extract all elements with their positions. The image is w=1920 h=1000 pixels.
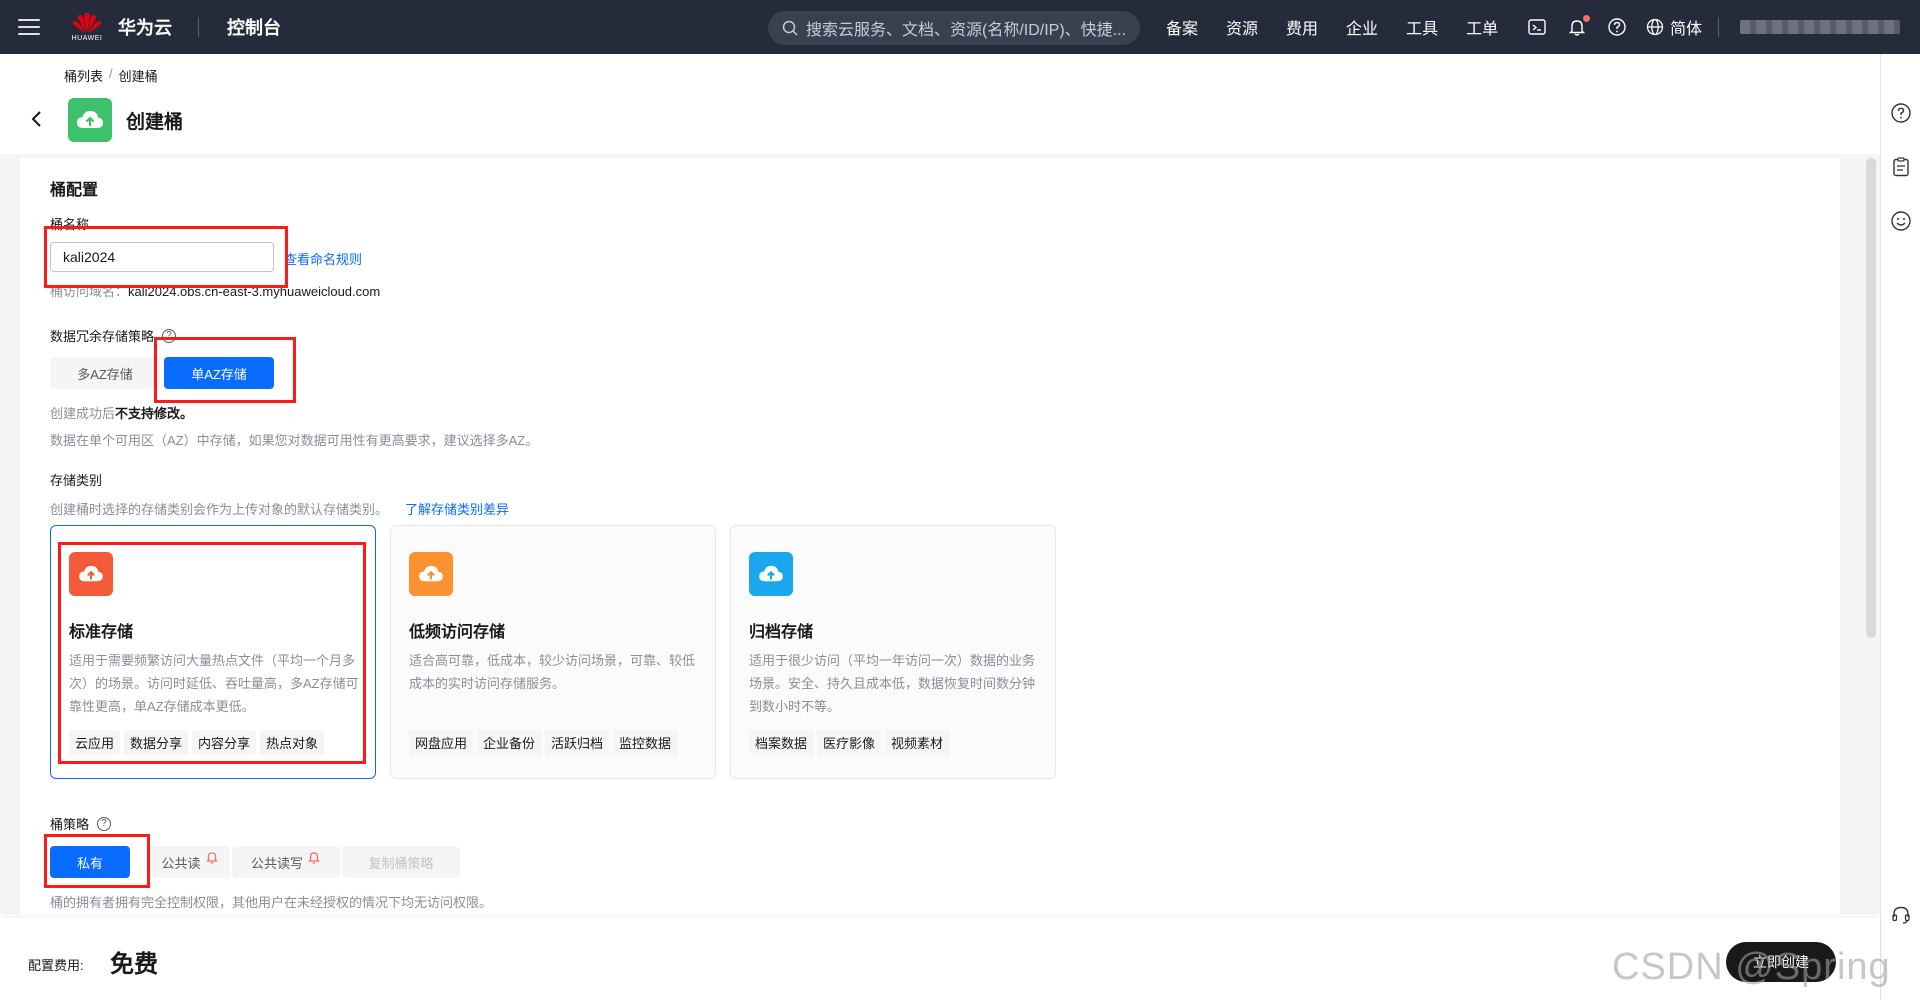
watermark-text: CSDN @Spring 胡 [1612, 946, 1891, 988]
smiley-icon[interactable] [1890, 210, 1912, 232]
tag: 网盘应用 [409, 730, 474, 755]
bucket-upload-icon [68, 98, 112, 142]
menu-icon[interactable] [18, 19, 40, 35]
redundancy-option-multi-az[interactable]: 多AZ存储 [50, 357, 160, 389]
storage-class-label: 存储类别 [50, 473, 103, 488]
brand-name: 华为云 [118, 18, 172, 38]
tag: 活跃归档 [545, 730, 610, 755]
huawei-logo[interactable]: HUAWEI 华为云 [70, 9, 172, 45]
storage-card-title: 低频访问存储 [409, 624, 506, 641]
warning-bell-icon [205, 852, 218, 864]
tag: 医疗影像 [817, 730, 882, 755]
nav-divider [1718, 17, 1719, 37]
nav-menu: 备案 资源 费用 企业 工具 工单 简体 [1166, 0, 1702, 54]
nav-item-tickets[interactable]: 工单 [1466, 15, 1498, 39]
search-icon [782, 20, 798, 36]
top-nav: HUAWEI 华为云 控制台 搜索云服务、文档、资源(名称/ID/IP)、快捷.… [0, 0, 1920, 54]
terminal-icon[interactable] [1526, 16, 1548, 38]
huawei-flower-icon: HUAWEI [70, 9, 104, 45]
help-icon[interactable] [1606, 16, 1628, 38]
breadcrumb-bucket-list[interactable]: 桶列表 [64, 66, 103, 85]
warning-bell-icon [307, 852, 321, 864]
globe-icon [1646, 18, 1664, 36]
policy-option-label: 公共读写 [250, 855, 303, 871]
clipboard-icon[interactable] [1890, 156, 1912, 178]
nav-item-enterprise[interactable]: 企业 [1346, 15, 1378, 39]
storage-card-desc: 适合高可靠，低成本，较少访问场景，可靠、较低成本的实时访问存储服务。 [409, 653, 696, 691]
cloud-upload-icon [409, 552, 453, 596]
footer-bar [0, 918, 1880, 1000]
policy-option-label: 公共读 [161, 855, 201, 871]
tag: 监控数据 [613, 730, 678, 755]
policy-option-public-read-write[interactable]: 公共读写 [232, 846, 340, 878]
storage-card-title: 归档存储 [749, 624, 814, 641]
scrollbar-thumb[interactable] [1866, 158, 1876, 638]
nav-item-filing[interactable]: 备案 [1166, 15, 1198, 39]
highlight-box-standard-storage [58, 542, 366, 764]
tag: 企业备份 [477, 730, 542, 755]
language-switch[interactable]: 简体 [1646, 15, 1702, 39]
storage-card-tags: 档案数据 医疗影像 视频素材 [749, 730, 953, 755]
nav-item-resources[interactable]: 资源 [1226, 15, 1258, 39]
nav-item-tools[interactable]: 工具 [1406, 15, 1438, 39]
fee-label: 配置费用: [28, 958, 84, 973]
bucket-policy-label: 桶策略 ? [50, 814, 112, 833]
language-label: 简体 [1670, 21, 1703, 38]
console-link[interactable]: 控制台 [227, 14, 281, 40]
redundancy-hint-immutable: 创建成功后不支持修改。 [50, 403, 193, 422]
fee-value: 免费 [110, 951, 158, 978]
page-title: 创建桶 [126, 111, 184, 133]
notification-dot [1583, 15, 1591, 22]
storage-card-tags: 网盘应用 企业备份 活跃归档 监控数据 [409, 730, 681, 755]
tag: 档案数据 [749, 730, 814, 755]
cloud-upload-icon [749, 552, 793, 596]
page-header: 创建桶 [28, 98, 183, 142]
redundancy-hint-bold: 不支持修改。 [115, 406, 194, 421]
highlight-box-single-az [154, 337, 296, 403]
headset-icon[interactable] [1890, 904, 1912, 926]
tag: 视频素材 [885, 730, 950, 755]
redundancy-hint-description: 数据在单个可用区（AZ）中存储，如果您对数据可用性有更高要求，建议选择多AZ。 [50, 433, 539, 448]
global-search[interactable]: 搜索云服务、文档、资源(名称/ID/IP)、快捷... [768, 11, 1140, 45]
highlight-box-private [44, 834, 150, 888]
bell-icon[interactable] [1566, 15, 1591, 38]
storage-class-hint: 创建桶时选择的存储类别会作为上传对象的默认存储类别。 [50, 502, 389, 517]
highlight-box-bucket-name [44, 226, 288, 288]
search-placeholder: 搜索云服务、文档、资源(名称/ID/IP)、快捷... [806, 22, 1127, 39]
redundancy-hint-prefix: 创建成功后 [50, 406, 116, 421]
policy-option-public-read[interactable]: 公共读 [150, 846, 230, 878]
account-name-blurred[interactable] [1740, 20, 1900, 34]
storage-card-desc: 适用于很少访问（平均一年访问一次）数据的业务场景。安全、持久且成本低，数据恢复时… [749, 653, 1036, 714]
policy-option-copy-policy[interactable]: 复制桶策略 [342, 846, 460, 878]
question-mark-icon[interactable]: ? [97, 816, 112, 831]
nav-divider [198, 17, 199, 37]
back-arrow-icon[interactable] [28, 109, 46, 132]
bucket-policy-label-text: 桶策略 [50, 817, 90, 832]
help-circle-icon[interactable] [1890, 102, 1912, 124]
breadcrumb-separator: / [109, 66, 113, 81]
breadcrumb: 桶列表 / 创建桶 [64, 66, 158, 85]
nav-item-billing[interactable]: 费用 [1286, 15, 1318, 39]
storage-class-diff-link[interactable]: 了解存储类别差异 [405, 499, 509, 518]
redundancy-label-text: 数据冗余存储策略 [50, 329, 155, 344]
storage-card-archive[interactable]: 归档存储 适用于很少访问（平均一年访问一次）数据的业务场景。安全、持久且成本低，… [730, 525, 1056, 779]
naming-rule-link[interactable]: 查看命名规则 [284, 249, 362, 268]
storage-card-infrequent[interactable]: 低频访问存储 适合高可靠，低成本，较少访问场景，可靠、较低成本的实时访问存储服务… [390, 525, 716, 779]
right-toolbar [1880, 54, 1920, 1000]
section-bucket-config: 桶配置 [50, 182, 99, 199]
bucket-policy-hint: 桶的拥有者拥有完全控制权限，其他用户在未经授权的情况下均无访问权限。 [50, 895, 493, 910]
breadcrumb-current: 创建桶 [118, 69, 158, 84]
